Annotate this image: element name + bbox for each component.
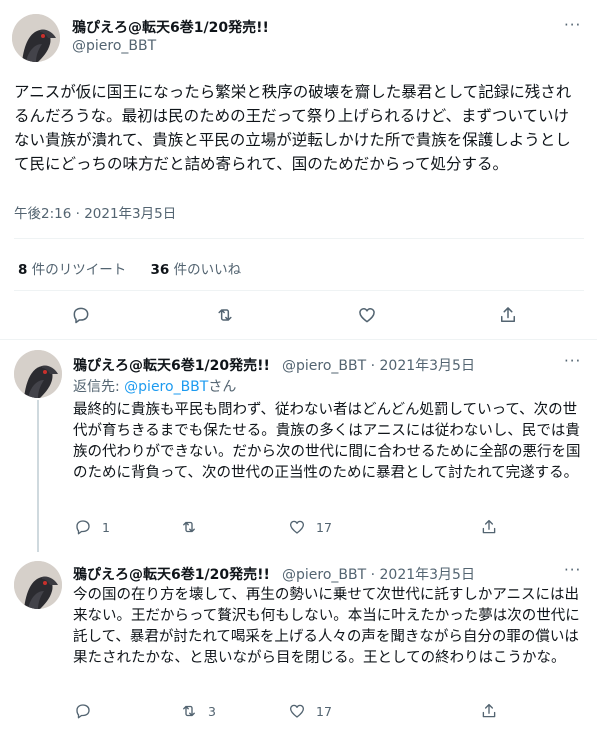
divider — [14, 238, 584, 239]
share-button[interactable] — [480, 518, 498, 536]
author-meta[interactable]: @piero_BBT · 2021年3月5日 — [282, 564, 475, 584]
avatar[interactable] — [14, 350, 62, 398]
share-button[interactable] — [498, 305, 518, 325]
tweet-stats: 8 件のリツイート 36 件のいいね — [18, 258, 261, 278]
replying-to: 返信先: @piero_BBTさん — [73, 376, 236, 396]
author-name[interactable]: 鴉ぴえろ@転天6巻1/20発売!! — [73, 564, 270, 584]
like-label: 件のいいね — [173, 262, 242, 278]
like-button[interactable]: 17 — [288, 518, 332, 536]
tweet-timestamp[interactable]: 午後2:16 · 2021年3月5日 — [14, 202, 176, 222]
retweet-count: 3 — [208, 703, 216, 719]
divider — [14, 290, 584, 291]
like-stat[interactable]: 36 件のいいね — [151, 262, 242, 278]
crow-avatar-icon — [14, 561, 62, 609]
retweet-icon — [183, 521, 195, 533]
crow-avatar-icon — [14, 350, 62, 398]
share-button[interactable] — [480, 702, 498, 720]
main-tweet: 鴉ぴえろ@転天6巻1/20発売!! @piero_BBT ··· アニスが仮に国… — [0, 0, 597, 340]
like-button[interactable] — [357, 305, 377, 325]
like-button[interactable]: 17 — [288, 702, 332, 720]
reply-icon — [76, 704, 90, 719]
retweet-icon — [183, 705, 195, 717]
like-count: 17 — [316, 703, 332, 719]
author-handle[interactable]: @piero_BBT — [72, 38, 156, 54]
thread-line — [37, 400, 39, 552]
reply-button[interactable]: 1 — [74, 518, 110, 536]
retweet-button[interactable]: 3 — [180, 702, 216, 720]
tweet-text: 今の国の在り方を壊して、再生の勢いに乗せて次世代に託すしかアニスには出来ない。王… — [73, 587, 580, 666]
tweet-text: 最終的に貴族も平民も問わず、従わない者はどんどん処罰していって、次の世代が育ちき… — [73, 402, 581, 481]
like-icon — [359, 308, 375, 323]
like-count: 36 — [150, 262, 170, 278]
share-icon — [482, 519, 496, 534]
author-name[interactable]: 鴉ぴえろ@転天6巻1/20発売!! — [73, 355, 270, 375]
share-icon — [482, 703, 496, 718]
retweet-button[interactable] — [215, 305, 235, 325]
more-icon[interactable]: ··· — [564, 352, 581, 370]
replying-suffix: さん — [208, 379, 237, 395]
avatar[interactable] — [12, 14, 60, 62]
replying-prefix: 返信先: — [73, 379, 125, 395]
author-name[interactable]: 鴉ぴえろ@転天6巻1/20発売!! — [72, 17, 269, 37]
author-meta[interactable]: @piero_BBT · 2021年3月5日 — [282, 355, 475, 375]
tweet-text: アニスが仮に国王になったら繁栄と秩序の破壊を齎した暴君として記録に残されるんだろ… — [14, 83, 572, 173]
retweet-stat[interactable]: 8 件のリツイート — [18, 262, 126, 278]
avatar[interactable] — [14, 561, 62, 609]
like-icon — [289, 520, 305, 534]
replying-handle-link[interactable]: @piero_BBT — [124, 379, 208, 395]
retweet-count: 8 — [18, 262, 28, 278]
like-count: 17 — [316, 519, 332, 535]
reply-icon — [76, 520, 90, 535]
reply-count: 1 — [102, 519, 110, 535]
retweet-label: 件のリツイート — [31, 262, 127, 278]
retweet-icon — [218, 309, 232, 321]
reply-button[interactable] — [74, 702, 102, 720]
like-icon — [289, 704, 305, 718]
share-icon — [501, 307, 515, 322]
more-icon[interactable]: ··· — [564, 561, 581, 579]
crow-avatar-icon — [12, 14, 60, 62]
reply-icon — [73, 307, 89, 324]
more-icon[interactable]: ··· — [564, 16, 581, 34]
retweet-button[interactable] — [180, 518, 208, 536]
reply-button[interactable] — [71, 305, 91, 325]
